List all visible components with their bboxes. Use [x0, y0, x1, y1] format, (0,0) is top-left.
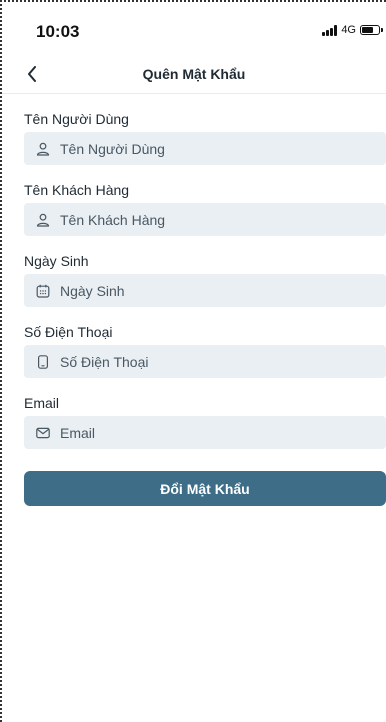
phone-screen: 10:03 4G Quên Mật Khẩu Tên Người Dùng Tê… [0, 0, 386, 722]
network-label: 4G [341, 24, 356, 36]
birthdate-label: Ngày Sinh [24, 253, 89, 269]
email-label: Email [24, 395, 60, 411]
calendar-icon [36, 284, 50, 298]
birthdate-input-wrapper[interactable] [24, 274, 386, 307]
phone-label: Số Điện Thoại [24, 324, 113, 340]
customer-name-field-group: Tên Khách Hàng [24, 181, 386, 252]
username-input[interactable] [60, 140, 360, 157]
email-input[interactable] [60, 424, 360, 441]
phone-input-wrapper[interactable] [24, 345, 386, 378]
status-indicators: 4G [322, 24, 383, 36]
email-input-wrapper[interactable] [24, 416, 386, 449]
nav-bar: Quên Mật Khẩu [2, 54, 386, 94]
username-field-group: Tên Người Dùng [24, 110, 386, 181]
user-icon [36, 213, 50, 227]
page-title: Quên Mật Khẩu [142, 66, 246, 82]
birthdate-input[interactable] [60, 282, 360, 299]
birthdate-field-group: Ngày Sinh [24, 252, 386, 323]
forgot-password-form: Tên Người Dùng Tên Khách Hàng [24, 110, 386, 465]
phone-field-group: Số Điện Thoại [24, 323, 386, 394]
user-icon [36, 142, 50, 156]
customer-name-input-wrapper[interactable] [24, 203, 386, 236]
signal-icon [322, 24, 338, 36]
change-password-button[interactable]: Đổi Mật Khẩu [24, 471, 386, 506]
status-time: 10:03 [36, 22, 80, 41]
battery-icon [360, 25, 383, 35]
phone-icon [36, 354, 50, 369]
status-bar: 10:03 4G [2, 2, 386, 50]
phone-input[interactable] [60, 353, 360, 370]
email-field-group: Email [24, 394, 386, 465]
customer-name-input[interactable] [60, 211, 360, 228]
mail-icon [36, 426, 50, 440]
username-label: Tên Người Dùng [24, 111, 129, 127]
customer-name-label: Tên Khách Hàng [24, 182, 130, 198]
username-input-wrapper[interactable] [24, 132, 386, 165]
